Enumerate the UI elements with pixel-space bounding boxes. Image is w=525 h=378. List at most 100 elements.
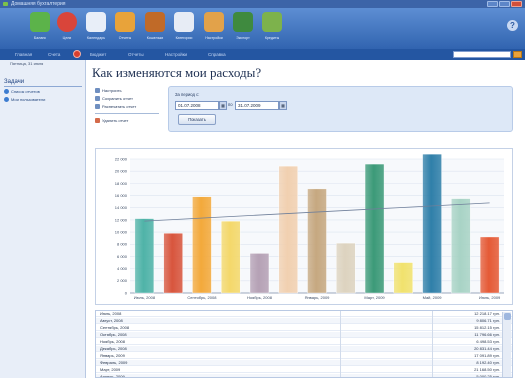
expense-table: Июль, 2008 12 218.17 грн. Август, 2008 9 80… (95, 310, 513, 378)
search-button[interactable] (513, 51, 522, 58)
table-row[interactable]: Июль, 2008 12 218.17 грн. (96, 311, 512, 317)
show-button[interactable]: Показать (178, 114, 216, 125)
app-icon (3, 2, 8, 6)
tab-budget[interactable]: Бюджет (90, 52, 106, 57)
table-row[interactable]: Сентябрь, 2008 15 812.15 грн. (96, 325, 512, 331)
table-row[interactable]: Август, 2008 9 806.71 грн. (96, 318, 512, 324)
row-amount: 20 831.44 грн. (474, 346, 500, 351)
toolbar-calendar-button[interactable]: Календарь (82, 12, 110, 40)
toolbar-label: Экспорт (236, 36, 250, 40)
chart-bar (393, 262, 414, 294)
action-label: Настроить (102, 87, 122, 93)
toolbar-settings-button[interactable]: Настройки (200, 12, 228, 40)
action-label: Сохранить отчет (102, 95, 133, 101)
calendar-icon (86, 12, 106, 32)
maximize-button[interactable] (499, 1, 510, 7)
row-amount: 21 168.50 грн. (474, 367, 500, 372)
target-icon (57, 12, 77, 32)
x-tick-label: Январь, 2009 (305, 295, 331, 300)
printer-icon (95, 103, 100, 109)
help-icon[interactable]: ? (507, 20, 518, 31)
action-label: Удалить отчет (102, 117, 129, 123)
x-tick-label: Июль, 2008 (134, 295, 156, 300)
chart-bar (249, 253, 270, 294)
x-tick-label: Март, 2009 (364, 295, 385, 300)
configure-report-link[interactable]: Настроить (95, 86, 165, 94)
chart-bar (422, 153, 442, 294)
money-bag-icon (30, 12, 50, 32)
row-month: Июль, 2008 (100, 311, 122, 316)
sidebar-item-report-list[interactable]: Список отчетов (4, 89, 40, 94)
toolbar-label: Календарь (86, 36, 106, 40)
search-input[interactable] (453, 51, 511, 58)
wallet-icon (145, 12, 165, 32)
table-row[interactable]: Март, 2009 21 168.50 грн. (96, 367, 512, 373)
table-row[interactable]: Октябрь, 2008 11 796.66 грн. (96, 332, 512, 338)
row-month: Март, 2009 (100, 367, 121, 372)
date-to-input[interactable]: 31.07.2009 (235, 101, 279, 110)
date-from-input[interactable]: 01.07.2008 (175, 101, 219, 110)
toolbar-export-button[interactable]: Экспорт (229, 12, 257, 40)
calendar-to-icon[interactable]: ▦ (279, 101, 287, 110)
row-amount: 5 000.25 грн. (476, 374, 500, 378)
row-month: Январь, 2009 (100, 353, 125, 358)
row-amount: 11 796.66 грн. (474, 332, 500, 337)
export-icon (233, 12, 253, 32)
minimize-button[interactable] (487, 1, 498, 7)
chart-bar (479, 236, 500, 294)
toolbar-wallets-button[interactable]: Кошельки (141, 12, 169, 40)
y-tick-label: 22 000 (115, 156, 128, 161)
x-tick-label: Июль, 2009 (479, 295, 501, 300)
toolbar-categories-button[interactable]: Категории (170, 12, 198, 40)
chart-bar (278, 165, 298, 294)
toolbar-balance-button[interactable]: Баланс (26, 12, 54, 40)
table-row[interactable]: Апрель, 2009 5 000.25 грн. (96, 374, 512, 378)
row-month: Ноябрь, 2008 (100, 339, 125, 344)
toolbar-goals-button[interactable]: Цели (53, 12, 81, 40)
toolbar-reports-button[interactable]: Отчеты (111, 12, 139, 40)
row-month: Апрель, 2009 (100, 374, 125, 378)
row-amount: 8 192.40 грн. (476, 360, 500, 365)
row-month: Сентябрь, 2008 (100, 325, 130, 330)
table-row[interactable]: Январь, 2009 17 091.89 грн. (96, 353, 512, 359)
toolbar-label: Кошельки (146, 36, 164, 40)
y-tick-label: 4 000 (117, 266, 128, 271)
save-icon (95, 95, 100, 101)
tab-settings[interactable]: Настройки (165, 52, 187, 57)
close-button[interactable] (511, 1, 522, 7)
chart-bar (364, 163, 385, 294)
save-report-link[interactable]: Сохранить отчет (95, 94, 165, 102)
sidebar-item-label: Мои пользователи (11, 97, 46, 102)
sidebar-item-users[interactable]: Мои пользователи (4, 97, 45, 102)
tab-accounts[interactable]: Счета (48, 52, 60, 57)
y-tick-label: 10 000 (115, 229, 128, 234)
row-amount: 12 218.17 грн. (474, 311, 500, 316)
tab-bar: Главная Счета Бюджет Отчеты Настройки Сп… (0, 49, 525, 60)
report-icon (115, 12, 135, 32)
y-tick-label: 6 000 (117, 254, 128, 259)
tab-home[interactable]: Главная (15, 52, 32, 57)
delete-report-link[interactable]: Удалить отчет (95, 116, 165, 124)
tab-reports[interactable]: Отчеты (128, 52, 144, 57)
chart-bar (163, 233, 183, 294)
calendar-from-icon[interactable]: ▦ (219, 101, 227, 110)
chart-bar (192, 196, 212, 294)
y-tick-label: 18 000 (115, 181, 128, 186)
table-row[interactable]: Февраль, 2009 8 192.40 грн. (96, 360, 512, 366)
table-row[interactable]: Ноябрь, 2008 6 498.53 грн. (96, 339, 512, 345)
chart-bar (134, 218, 155, 294)
window-title-bar: Домашняя бухгалтерия (0, 0, 525, 8)
categories-icon (174, 12, 194, 32)
page-title: Как изменяются мои расходы? (92, 65, 262, 80)
period-to-label: по (228, 102, 233, 107)
table-scrollbar[interactable] (502, 312, 511, 377)
sidebar-divider (4, 86, 82, 87)
row-amount: 9 806.71 грн. (476, 318, 500, 323)
toolbar-credit-button[interactable]: Кредиты (258, 12, 286, 40)
print-report-link[interactable]: Распечатать отчет (95, 102, 165, 110)
table-row[interactable]: Декабрь, 2008 20 831.44 грн. (96, 346, 512, 352)
scroll-up-icon[interactable] (504, 313, 511, 320)
chart-bar (220, 220, 241, 294)
tab-help[interactable]: Справка (208, 52, 226, 57)
actions-divider (95, 113, 159, 114)
